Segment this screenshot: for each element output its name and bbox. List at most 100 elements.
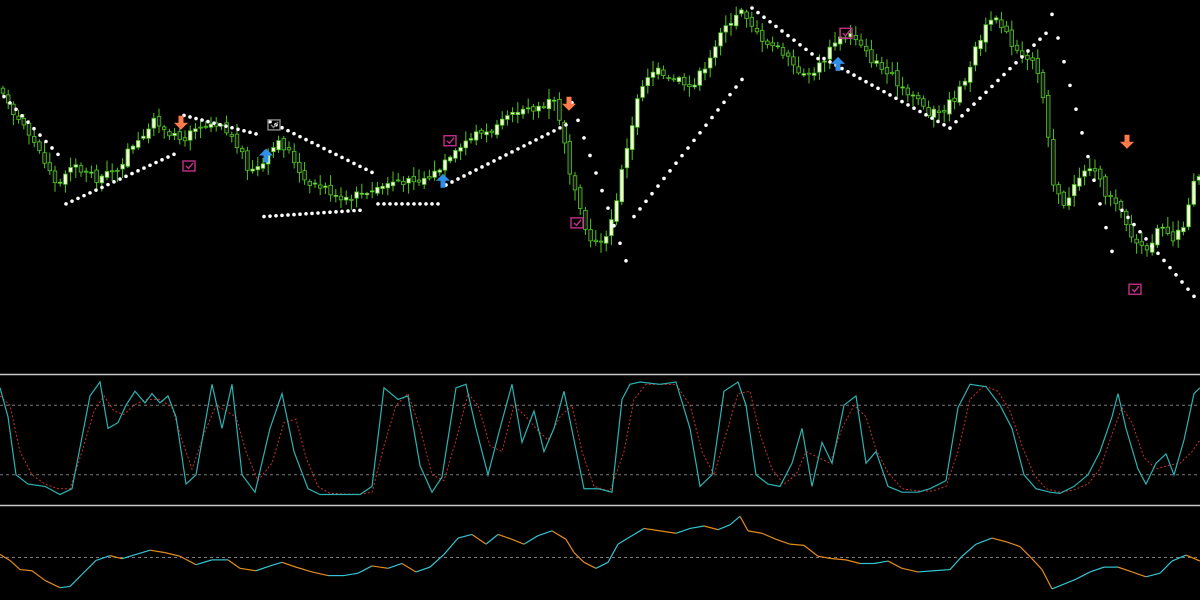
sar-dot (1110, 249, 1114, 254)
candle-bull (120, 164, 125, 170)
candle-bull (817, 62, 822, 73)
candle-bull (432, 170, 437, 178)
sar-dot (734, 85, 738, 89)
sar-dot (1138, 229, 1142, 234)
candle-bull (635, 98, 640, 128)
candle-bull (447, 156, 453, 162)
candle-bull (354, 191, 359, 199)
candle-bear (531, 106, 536, 112)
sar-dot (316, 211, 320, 215)
candle-bear (890, 72, 895, 74)
candle-bull (89, 171, 94, 174)
sar-dot (546, 132, 550, 136)
sar-dot (504, 153, 508, 157)
sar-dot (840, 66, 844, 71)
candle-bear (1108, 195, 1113, 198)
candle-bull (463, 140, 468, 149)
candle-bear (895, 70, 900, 87)
sar-dot (328, 149, 332, 154)
candle-bull (380, 185, 385, 189)
candle-bear (1139, 241, 1144, 246)
sar-dot (1026, 49, 1030, 53)
sar-dot (984, 90, 988, 95)
sar-dot (1044, 31, 1048, 36)
sar-dot (894, 96, 898, 101)
candle-bull (276, 140, 281, 151)
sar-dot (88, 191, 92, 195)
sar-dot (618, 241, 622, 246)
candle-bull (151, 117, 156, 129)
candle-bear (593, 239, 598, 243)
sar-dot (388, 202, 392, 206)
candle-bull (125, 148, 130, 167)
candle-bull (536, 105, 541, 112)
sar-dot (1092, 178, 1096, 183)
candle-bull (978, 40, 983, 50)
candle-bear (1025, 54, 1030, 60)
sar-dot (516, 147, 520, 151)
sar-dot (1014, 60, 1018, 65)
candle-bear (239, 147, 245, 153)
sar-dot (82, 193, 86, 198)
sar-dot (828, 60, 832, 64)
sar-dot (656, 184, 660, 188)
sar-dot (612, 223, 616, 228)
candle-bear (916, 94, 921, 100)
sar-dot (1074, 107, 1078, 111)
candle-bear (411, 175, 416, 183)
candle-bull (141, 135, 146, 139)
candle-bear (317, 184, 323, 189)
sar-dot (94, 188, 98, 192)
sar-dot (606, 206, 610, 210)
sar-dot (864, 79, 868, 84)
candle-bull (510, 112, 515, 115)
candle-bull (812, 72, 817, 76)
sar-dot (510, 150, 514, 154)
candle-bull (1077, 177, 1082, 187)
candle-bull (250, 168, 255, 172)
sar-dot (400, 202, 404, 206)
candle-bull (739, 9, 744, 14)
candle-bull (146, 128, 151, 139)
candle-bull (1191, 180, 1196, 205)
sar-dot (242, 129, 246, 133)
sar-dot (70, 199, 74, 203)
sar-dot (1192, 294, 1196, 299)
candle-bear (338, 195, 344, 201)
sar-dot (280, 213, 284, 218)
candle-bull (822, 60, 827, 63)
candle-bear (427, 176, 432, 179)
candle-bear (942, 110, 947, 113)
sar-dot (236, 127, 240, 132)
sar-dot (1098, 202, 1102, 206)
sar-dot (798, 42, 802, 47)
candle-bear (1103, 176, 1108, 197)
sar-dot (774, 24, 778, 29)
candle-bull (343, 196, 349, 201)
sar-dot (558, 126, 562, 130)
sar-dot (1008, 66, 1012, 71)
candle-bear (94, 169, 99, 183)
candle-bull (104, 171, 110, 178)
sar-dot (194, 116, 198, 121)
candle-bull (947, 99, 952, 115)
sar-dot (268, 214, 272, 218)
sar-dot (50, 146, 54, 150)
sar-dot (668, 169, 672, 173)
sar-dot (262, 214, 266, 219)
candle-bull (63, 173, 68, 185)
sar-dot (816, 56, 820, 61)
sar-dot (846, 70, 850, 74)
candle-bear (583, 210, 588, 230)
candle-bull (708, 57, 713, 69)
candle-bull (546, 99, 552, 110)
sar-dot (722, 100, 726, 105)
sar-dot (352, 208, 356, 213)
candle-bear (541, 106, 546, 109)
candle-bull (962, 80, 968, 86)
sar-dot (960, 114, 964, 118)
candle-bull (1072, 184, 1077, 197)
sar-dot (870, 83, 874, 87)
sar-dot (32, 126, 36, 131)
candle-bear (952, 97, 957, 102)
